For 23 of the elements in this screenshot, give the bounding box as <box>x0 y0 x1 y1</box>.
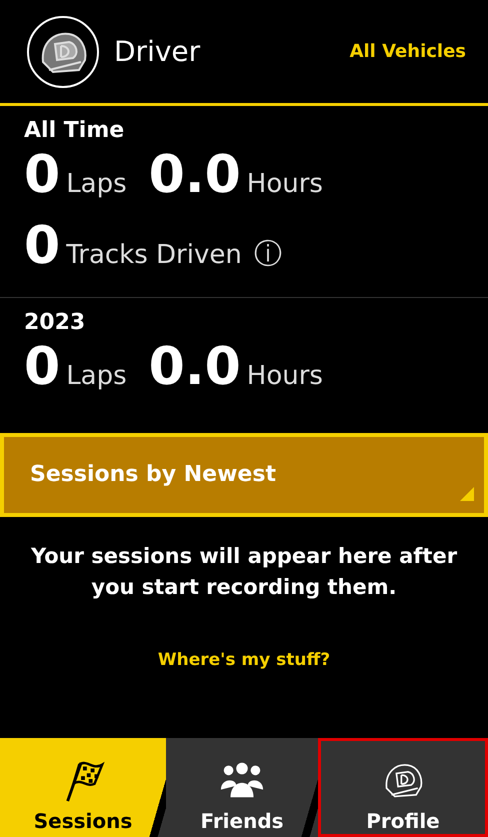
stat-value: 0.0 <box>148 339 241 397</box>
stat-value: 0 <box>24 147 60 204</box>
stat-unit: Laps <box>66 169 127 199</box>
stat-value: 0.0 <box>148 147 241 204</box>
stat-unit: Hours <box>246 361 323 392</box>
all-vehicles-link[interactable]: All Vehicles <box>350 41 466 62</box>
helmet-avatar-icon[interactable] <box>26 14 100 88</box>
nav-tab[interactable]: Sessions <box>0 738 166 837</box>
stat-value: 0 <box>24 218 60 276</box>
empty-message: Your sessions will appear here after you start recording them. <box>30 542 458 602</box>
nav-tab[interactable]: Friends <box>166 738 318 837</box>
nav-tab[interactable]: Profile <box>318 738 488 837</box>
stat-unit: Tracks Driven <box>66 240 242 270</box>
help-link[interactable]: Where's my stuff? <box>0 650 488 670</box>
stat-value: 0 <box>24 339 60 397</box>
sort-dropdown[interactable]: Sessions by Newest <box>0 432 488 517</box>
corner-triangle-icon <box>460 486 474 501</box>
driver-name: Driver <box>114 35 202 68</box>
stat-unit: Laps <box>66 361 127 392</box>
stat-unit: Hours <box>246 169 323 199</box>
section-title: 2023 <box>24 310 86 336</box>
section-title: All Time <box>24 118 126 143</box>
info-icon[interactable]: ⓘ <box>254 235 282 274</box>
